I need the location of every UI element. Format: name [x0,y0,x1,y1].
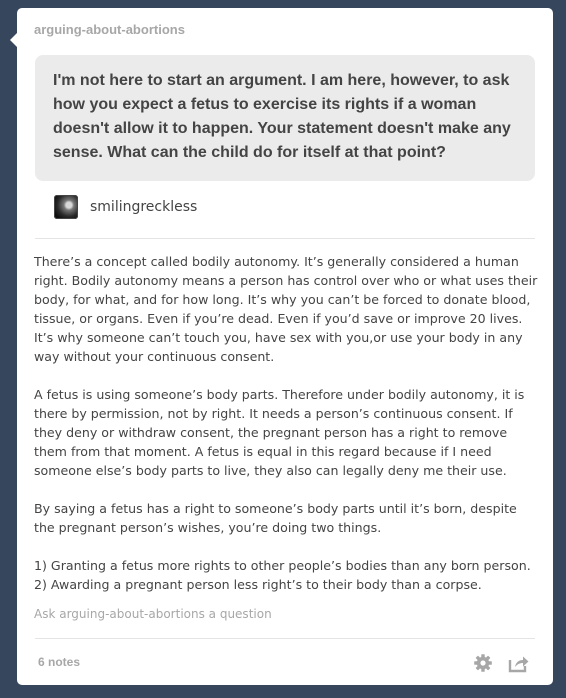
blog-name-link[interactable]: arguing-about-abortions [34,22,185,37]
notes-count[interactable]: 6 notes [38,655,80,669]
asker-name[interactable]: smilingreckless [90,199,197,215]
answer-body: There’s a concept called bodily autonomy… [34,252,539,594]
answer-paragraph: A fetus is using someone’s body parts. T… [34,387,525,478]
answer-paragraph: By saying a fetus has a right to someone… [34,501,517,535]
question-text: I'm not here to start an argument. I am … [53,72,511,161]
share-icon[interactable] [508,653,530,673]
answer-list-item: 2) Awarding a pregnant person less right… [34,577,482,592]
answer-list-item: 1) Granting a fetus more rights to other… [34,558,531,573]
footer-divider [35,638,535,639]
gear-icon[interactable] [473,653,493,673]
question-divider [35,238,535,239]
post-pointer [10,32,18,48]
ask-question-link[interactable]: Ask arguing-about-abortions a question [34,607,272,621]
asker-avatar[interactable] [54,195,78,219]
answer-paragraph: There’s a concept called bodily autonomy… [34,254,538,364]
post-card: arguing-about-abortions I'm not here to … [10,8,553,685]
asker-info[interactable]: smilingreckless [54,195,197,219]
question-bubble: I'm not here to start an argument. I am … [35,55,535,181]
